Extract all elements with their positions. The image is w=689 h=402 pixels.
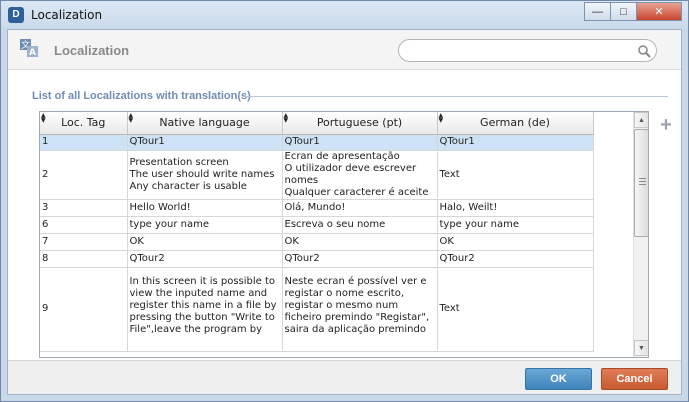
scroll-up-button[interactable]: ▲ (634, 112, 648, 128)
minimize-icon: — (592, 5, 603, 18)
close-button[interactable]: ✕ (636, 2, 682, 21)
table-row[interactable]: 2 Presentation screen The user should wr… (40, 150, 594, 200)
cell-portuguese: QTour1 (282, 134, 438, 151)
cell-tag: 1 (40, 134, 128, 151)
maximize-button[interactable]: □ (610, 2, 637, 21)
table-row[interactable]: 7 OK OK OK (40, 233, 594, 251)
cell-text: In this screen it is possible to view th… (129, 276, 277, 335)
cell-german: type your name (437, 216, 594, 234)
dialog-body: 文 A Localization List of all Localizatio… (7, 29, 682, 395)
cell-native: OK (127, 233, 283, 251)
sort-icon: ▲ ▼ (128, 112, 134, 124)
scroll-down-button[interactable]: ▼ (634, 340, 648, 356)
cell-german: OK (437, 233, 594, 251)
page-title: Localization (54, 43, 130, 58)
cell-portuguese: Escreva o seu nome (282, 216, 438, 234)
sort-icon: ▲ ▼ (283, 112, 289, 124)
cell-native: Hello World! (127, 199, 283, 217)
section-label: List of all Localizations with translati… (32, 90, 251, 102)
cell-native: In this screen it is possible to view th… (127, 267, 283, 352)
section-divider (242, 96, 668, 97)
vertical-scrollbar[interactable]: ▲ ▼ (633, 112, 648, 357)
localization-table: ▲ ▼ Loc. Tag ▲ ▼ Native language ▲ ▼ Portugues… (39, 111, 649, 358)
add-localization-button[interactable]: + (658, 115, 674, 135)
cell-german: Text (437, 150, 594, 200)
close-icon: ✕ (654, 6, 664, 18)
column-header-native-language[interactable]: ▲ ▼ Native language (127, 112, 283, 135)
maximize-icon: □ (620, 5, 627, 18)
table-row[interactable]: 8 QTour2 QTour2 QTour2 (40, 250, 594, 268)
cell-portuguese: QTour2 (282, 250, 438, 268)
dialog-footer: OK Cancel (8, 360, 681, 394)
cell-portuguese: OK (282, 233, 438, 251)
cell-tag: 8 (40, 250, 128, 268)
minimize-button[interactable]: — (584, 2, 611, 21)
cell-portuguese: Neste ecran é possível ver e registar o … (282, 267, 438, 352)
column-header-german[interactable]: ▲ ▼ German (de) (437, 112, 594, 135)
translate-icon: 文 A (20, 39, 38, 58)
cell-tag: 7 (40, 233, 128, 251)
plus-icon: + (660, 114, 672, 136)
cell-native: type your name (127, 216, 283, 234)
ok-button[interactable]: OK (525, 368, 592, 390)
scroll-thumb[interactable] (634, 129, 648, 237)
table-row[interactable]: 1 QTour1 QTour1 QTour1 (40, 134, 594, 151)
column-header-portuguese[interactable]: ▲ ▼ Portuguese (pt) (282, 112, 438, 135)
table-row[interactable]: 6 type your name Escreva o seu nome type… (40, 216, 594, 234)
cell-portuguese: Olá, Mundo! (282, 199, 438, 217)
svg-text:A: A (29, 48, 36, 58)
search-icon[interactable] (637, 44, 651, 58)
table-row[interactable]: 3 Hello World! Olá, Mundo! Halo, Weilt! (40, 199, 594, 217)
localization-window: D Localization — □ ✕ 文 A Localization Li… (0, 0, 689, 402)
dialog-header: 文 A Localization (8, 30, 681, 70)
column-header-loc-tag[interactable]: ▲ ▼ Loc. Tag (40, 112, 128, 135)
cell-tag: 9 (40, 267, 128, 352)
cell-german: QTour2 (437, 250, 594, 268)
cell-portuguese: Ecran de apresentação O utilizador deve … (282, 150, 438, 200)
app-icon: D (8, 7, 24, 23)
cell-tag: 6 (40, 216, 128, 234)
table-header-row: ▲ ▼ Loc. Tag ▲ ▼ Native language ▲ ▼ Portugues… (40, 112, 594, 135)
window-controls: — □ ✕ (584, 2, 682, 21)
sort-icon: ▲ ▼ (438, 112, 444, 124)
search-input[interactable] (398, 39, 657, 62)
cell-text: Neste ecran é possível ver e registar o … (284, 276, 430, 335)
chevron-down-icon: ▼ (638, 345, 645, 352)
cell-tag: 2 (40, 150, 128, 200)
chevron-up-icon: ▲ (638, 117, 645, 124)
window-title: Localization (31, 8, 103, 22)
cell-tag: 3 (40, 199, 128, 217)
cancel-button[interactable]: Cancel (601, 368, 668, 390)
cell-german: Text (437, 267, 594, 352)
cell-german: Halo, Weilt! (437, 199, 594, 217)
cell-native: QTour2 (127, 250, 283, 268)
cell-native: QTour1 (127, 134, 283, 151)
grip-icon (639, 178, 646, 185)
title-bar[interactable]: D Localization — □ ✕ (1, 1, 688, 29)
cell-native: Presentation screen The user should writ… (127, 150, 283, 200)
cell-german: QTour1 (437, 134, 594, 151)
sort-icon: ▲ ▼ (41, 112, 46, 124)
table-row[interactable]: 9 In this screen it is possible to view … (40, 267, 594, 352)
